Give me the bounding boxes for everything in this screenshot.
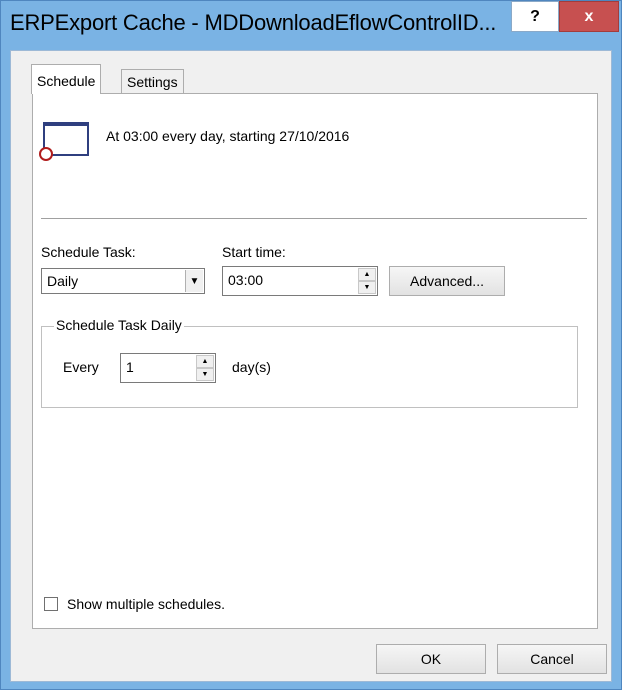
- every-days-value: 1: [126, 359, 134, 375]
- schedule-tab-panel: At 03:00 every day, starting 27/10/2016 …: [32, 93, 598, 629]
- ok-button[interactable]: OK: [376, 644, 486, 674]
- close-button[interactable]: x: [559, 1, 619, 32]
- dialog-client-area: Schedule Settings At 03:00 every day, st…: [10, 50, 612, 682]
- every-days-spinner[interactable]: ▲ ▼: [196, 355, 214, 381]
- close-icon: x: [584, 7, 594, 25]
- start-time-spinner[interactable]: ▲ ▼: [358, 268, 376, 294]
- dialog-window: ERPExport Cache - MDDownloadEflowControl…: [0, 0, 622, 690]
- cancel-button[interactable]: Cancel: [497, 644, 607, 674]
- ok-button-label: OK: [420, 651, 442, 667]
- schedule-task-label: Schedule Task:: [41, 244, 136, 260]
- separator-line: [41, 218, 587, 220]
- start-time-input[interactable]: 03:00 ▲ ▼: [222, 266, 378, 296]
- show-multiple-checkbox[interactable]: [44, 597, 58, 611]
- days-unit-label: day(s): [232, 359, 271, 375]
- clock-badge-icon: [39, 147, 53, 161]
- title-bar[interactable]: ERPExport Cache - MDDownloadEflowControl…: [1, 1, 621, 49]
- show-multiple-label[interactable]: Show multiple schedules.: [67, 596, 225, 612]
- start-time-label: Start time:: [222, 244, 286, 260]
- tab-settings-label: Settings: [127, 74, 178, 90]
- spin-up-icon[interactable]: ▲: [358, 268, 376, 281]
- cancel-button-label: Cancel: [530, 651, 574, 667]
- tab-schedule-label: Schedule: [37, 73, 96, 89]
- tab-settings[interactable]: Settings: [121, 69, 184, 93]
- schedule-task-value: Daily: [47, 273, 79, 289]
- tab-schedule[interactable]: Schedule: [31, 64, 102, 94]
- spin-down-icon[interactable]: ▼: [196, 368, 214, 381]
- schedule-daily-group: Schedule Task Daily Every 1 ▲ ▼ day(s): [41, 317, 578, 408]
- help-button[interactable]: ?: [511, 1, 559, 32]
- schedule-summary: At 03:00 every day, starting 27/10/2016: [106, 128, 350, 144]
- group-title: Schedule Task Daily: [54, 317, 184, 333]
- advanced-button[interactable]: Advanced...: [389, 266, 505, 296]
- window-title: ERPExport Cache - MDDownloadEflowControl…: [10, 10, 497, 35]
- spin-down-icon[interactable]: ▼: [358, 281, 376, 294]
- start-time-value: 03:00: [228, 272, 264, 288]
- every-label: Every: [63, 359, 99, 375]
- advanced-button-label: Advanced...: [410, 273, 484, 289]
- every-days-input[interactable]: 1 ▲ ▼: [120, 353, 216, 383]
- schedule-task-select[interactable]: Daily ▼: [41, 268, 205, 294]
- spin-up-icon[interactable]: ▲: [196, 355, 214, 368]
- chevron-down-icon[interactable]: ▼: [185, 270, 203, 292]
- help-icon: ?: [530, 7, 540, 25]
